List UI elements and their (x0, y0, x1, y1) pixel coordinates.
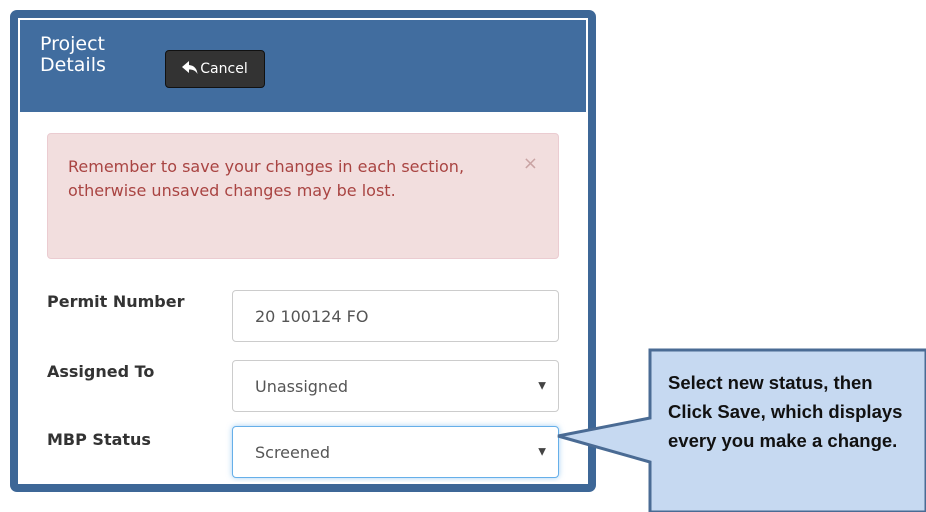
callout-text: Select new status, then Click Save, whic… (668, 372, 903, 451)
